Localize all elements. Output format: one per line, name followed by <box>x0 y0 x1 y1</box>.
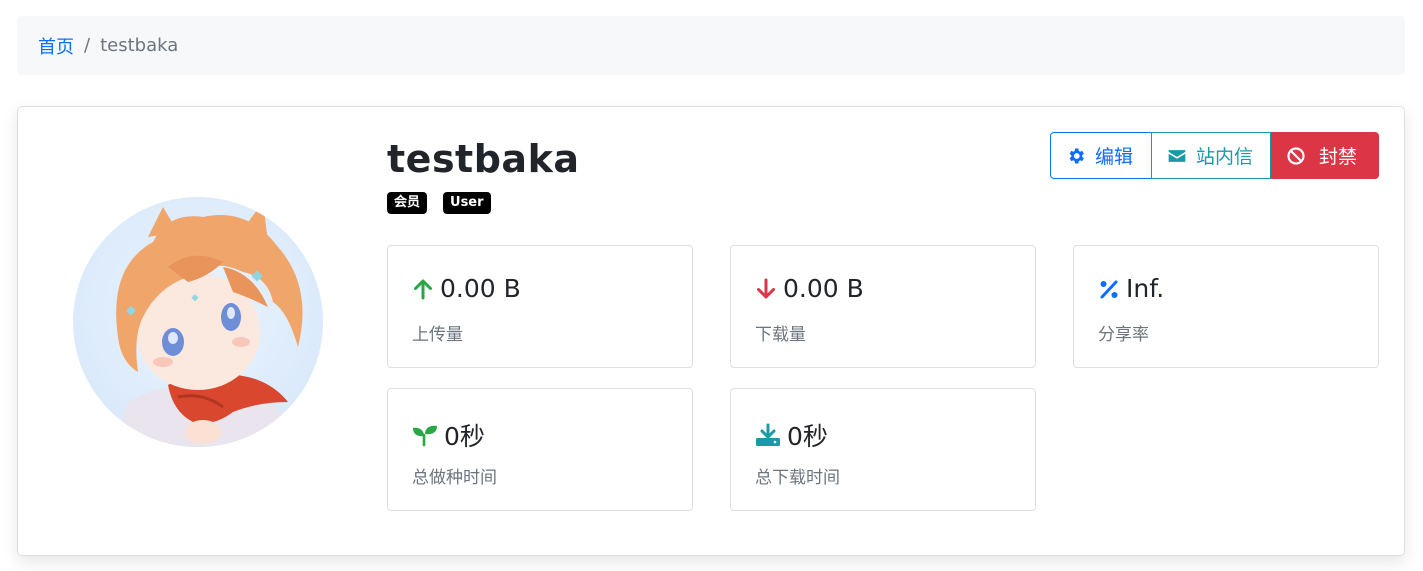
badge-user: User <box>443 192 491 214</box>
stat-card-ratio: Inf. 分享率 <box>1073 245 1379 368</box>
envelope-icon <box>1168 149 1186 162</box>
ban-icon <box>1287 146 1305 165</box>
ban-button-label: 封禁 <box>1319 146 1358 168</box>
stat-value: 0秒 <box>444 422 485 451</box>
breadcrumb-separator: / <box>84 35 91 56</box>
role-badges: 会员 User <box>387 192 491 214</box>
message-button[interactable]: 站内信 <box>1151 132 1271 179</box>
avatar <box>73 197 323 447</box>
gear-icon <box>1069 148 1084 163</box>
breadcrumb-current: testbaka <box>100 35 179 56</box>
edit-button-label: 编辑 <box>1095 146 1134 168</box>
stat-card-upload: 0.00 B 上传量 <box>387 245 693 368</box>
stat-card-download-time: 0秒 总下载时间 <box>730 388 1036 511</box>
stat-card-download: 0.00 B 下载量 <box>730 245 1036 368</box>
stat-label: 总做种时间 <box>412 468 497 488</box>
breadcrumb-home-link[interactable]: 首页 <box>38 33 74 59</box>
avatar-illustration <box>113 202 303 447</box>
seedling-icon <box>413 425 437 447</box>
stat-card-seed-time: 0秒 总做种时间 <box>387 388 693 511</box>
ban-button[interactable]: 封禁 <box>1271 132 1379 179</box>
stat-value: 0.00 B <box>783 274 864 303</box>
message-button-label: 站内信 <box>1196 146 1254 168</box>
download-icon <box>756 423 780 446</box>
badge-member: 会员 <box>387 192 428 214</box>
user-profile-card: testbaka 会员 User 编辑 站内信 封禁 0.00 B 上传量 0.… <box>17 106 1405 556</box>
edit-button[interactable]: 编辑 <box>1050 132 1152 179</box>
page-title: testbaka <box>387 137 580 181</box>
arrow-down-icon <box>757 278 775 298</box>
stat-label: 分享率 <box>1098 325 1149 345</box>
stat-label: 总下载时间 <box>755 468 840 488</box>
stat-label: 下载量 <box>755 325 806 345</box>
stat-value: 0秒 <box>787 422 828 451</box>
stat-label: 上传量 <box>412 325 463 345</box>
arrow-up-icon <box>414 279 432 299</box>
breadcrumb: 首页 / testbaka <box>17 16 1405 75</box>
action-button-group: 编辑 站内信 封禁 <box>1050 132 1379 180</box>
percent-icon <box>1100 280 1118 298</box>
stat-value: 0.00 B <box>440 274 521 303</box>
stat-value: Inf. <box>1126 274 1165 303</box>
